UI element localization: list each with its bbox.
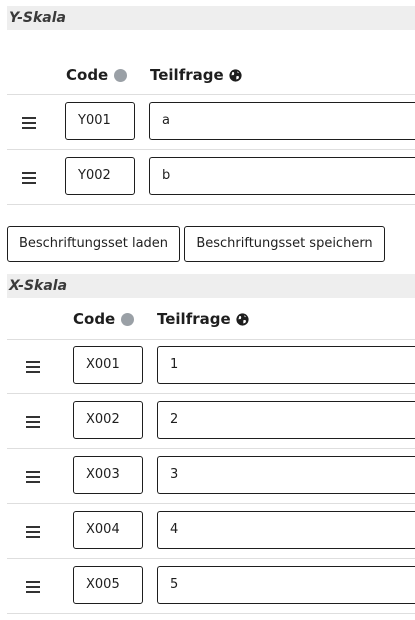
- code-input[interactable]: Y002: [65, 157, 135, 195]
- y-scale-title: Y-Skala: [7, 6, 415, 30]
- subquestion-input[interactable]: 2: [157, 401, 415, 439]
- globe-icon[interactable]: [229, 68, 242, 82]
- divider: [7, 503, 415, 504]
- y-code-column-header: Code: [66, 65, 128, 85]
- y-subquestion-header-label: Teilfrage: [150, 66, 224, 84]
- code-input[interactable]: X001: [73, 346, 143, 384]
- divider: [7, 149, 415, 150]
- code-input[interactable]: X005: [73, 566, 143, 604]
- divider: [7, 339, 415, 340]
- subquestion-input[interactable]: 4: [157, 511, 415, 549]
- subquestion-input[interactable]: a: [149, 102, 415, 140]
- drag-handle-icon[interactable]: [26, 526, 40, 538]
- divider: [7, 558, 415, 559]
- drag-handle-icon[interactable]: [26, 361, 40, 373]
- divider: [7, 393, 415, 394]
- x-subquestion-column-header: Teilfrage: [157, 309, 249, 329]
- info-icon[interactable]: [114, 68, 128, 82]
- subquestion-input[interactable]: 3: [157, 456, 415, 494]
- code-input[interactable]: X003: [73, 456, 143, 494]
- divider: [7, 613, 415, 614]
- drag-handle-icon[interactable]: [22, 172, 36, 184]
- globe-icon[interactable]: [236, 312, 249, 326]
- drag-handle-icon[interactable]: [26, 581, 40, 593]
- drag-handle-icon[interactable]: [22, 117, 36, 129]
- subquestion-input[interactable]: b: [149, 157, 415, 195]
- x-scale-title: X-Skala: [7, 274, 415, 298]
- divider: [7, 448, 415, 449]
- save-label-set-button[interactable]: Beschriftungsset speichern: [184, 226, 385, 262]
- x-code-header-label: Code: [73, 310, 116, 328]
- subquestion-input[interactable]: 5: [157, 566, 415, 604]
- divider: [7, 204, 415, 205]
- y-subquestion-column-header: Teilfrage: [150, 65, 242, 85]
- drag-handle-icon[interactable]: [26, 471, 40, 483]
- load-label-set-button[interactable]: Beschriftungsset laden: [7, 226, 180, 262]
- code-input[interactable]: Y001: [65, 102, 135, 140]
- divider: [7, 94, 415, 95]
- code-input[interactable]: X002: [73, 401, 143, 439]
- x-code-column-header: Code: [73, 309, 135, 329]
- y-code-header-label: Code: [66, 66, 109, 84]
- drag-handle-icon[interactable]: [26, 416, 40, 428]
- subquestion-input[interactable]: 1: [157, 346, 415, 384]
- x-subquestion-header-label: Teilfrage: [157, 310, 231, 328]
- code-input[interactable]: X004: [73, 511, 143, 549]
- info-icon[interactable]: [121, 312, 135, 326]
